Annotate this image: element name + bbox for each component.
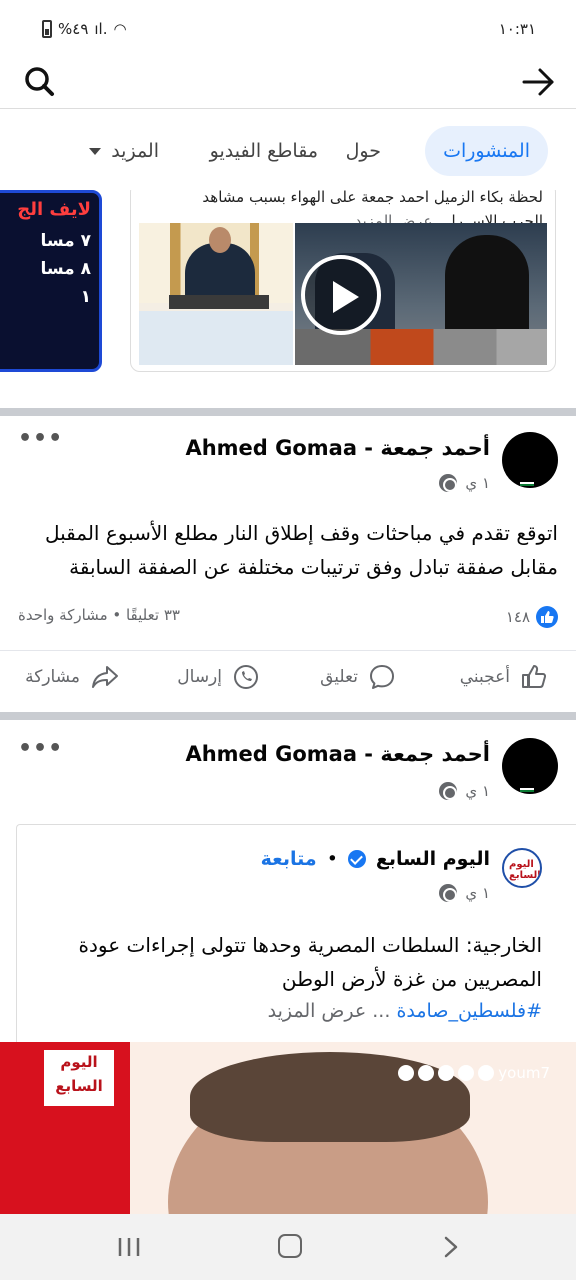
- shared-post-text: الخارجية: السلطات المصرية وحدها تتولى إج…: [78, 933, 542, 991]
- shared-post-time: ١ ي: [465, 884, 490, 902]
- page-avatar-text: اليوم السابع: [509, 859, 541, 881]
- follow-button[interactable]: متابعة: [261, 848, 317, 870]
- live-card-line: ٧ مسا: [40, 231, 91, 251]
- top-divider: [0, 108, 576, 109]
- youm7-logo: اليوم السابع: [44, 1050, 114, 1106]
- tab-about[interactable]: حول: [346, 126, 381, 176]
- whatsapp-send-icon: [234, 665, 258, 689]
- social-handles: youm7: [398, 1064, 550, 1082]
- status-icons: %٤٩ ıl. ◠: [42, 20, 127, 38]
- video-caption-line: لحظة بكاء الزميل أحمد جمعة على الهواء بس…: [202, 190, 543, 206]
- send-label: إرسال: [177, 667, 222, 687]
- reactions-summary[interactable]: ١٤٨: [506, 606, 558, 628]
- status-bar: %٤٩ ıl. ◠ ١٠:٣١: [0, 0, 576, 56]
- news-strip: [295, 329, 547, 365]
- like-icon: [522, 665, 547, 688]
- post-author[interactable]: أحمد جمعة - Ahmed Gomaa: [185, 436, 490, 460]
- handle-text: youm7: [498, 1064, 550, 1082]
- facebook-icon: [398, 1065, 415, 1081]
- like-reaction-icon: [536, 606, 558, 628]
- avatar[interactable]: [502, 432, 558, 488]
- wifi-icon: ◠: [113, 20, 127, 38]
- share-button[interactable]: مشاركة: [25, 663, 120, 691]
- back-arrow-icon[interactable]: [518, 62, 558, 102]
- see-more-link[interactable]: ... عرض المزيد: [268, 1000, 391, 1022]
- tab-more[interactable]: المزيد: [89, 126, 159, 176]
- status-time: ١٠:٣١: [498, 20, 536, 38]
- like-label: أعجبني: [459, 667, 510, 687]
- tab-videos[interactable]: مقاطع الفيديو: [210, 126, 318, 176]
- separator-dot: •: [326, 848, 338, 870]
- featured-cards: لايف الج ٧ مسا ٨ مسا ١ لحظة بكاء الزميل …: [0, 190, 576, 378]
- post-time: ١ ي: [465, 782, 490, 800]
- live-card-line: ١: [80, 287, 91, 307]
- caret-down-icon: [89, 147, 102, 155]
- nav-back-icon[interactable]: [440, 1236, 462, 1258]
- globe-icon: [439, 782, 458, 800]
- post: أحمد جمعة - Ahmed Gomaa ١ ي ••• اتوقع تق…: [0, 416, 576, 712]
- shared-post-tags: #فلسطين_صامدة ... عرض المزيد: [32, 1000, 542, 1022]
- search-icon[interactable]: [20, 62, 60, 102]
- battery-percent: %٤٩: [58, 20, 89, 38]
- flag-icon: [520, 786, 534, 792]
- post-text: اتوقع تقدم في مباحثات وقف إطلاق النار مط…: [44, 521, 558, 579]
- thumbnail-bottom: [139, 311, 293, 365]
- video-thumbnail-left: [139, 223, 293, 365]
- profile-tabs: المنشورات حول مقاطع الفيديو المزيد: [0, 122, 576, 180]
- share-icon: [92, 666, 118, 688]
- live-card-line: ٨ مسا: [40, 259, 91, 279]
- post: أحمد جمعة - Ahmed Gomaa ١ ي ••• اليوم ال…: [0, 720, 576, 1050]
- shared-post[interactable]: اليوم السابع اليوم السابع • متابعة ١ ي ا…: [0, 824, 576, 1050]
- play-icon[interactable]: [301, 255, 381, 335]
- globe-icon: [439, 884, 458, 902]
- podium: [169, 295, 269, 309]
- comment-label: تعليق: [320, 667, 358, 687]
- comments-shares-count[interactable]: ٣٣ تعليقًا • مشاركة واحدة: [18, 606, 180, 624]
- shared-post-meta: ١ ي: [439, 884, 490, 902]
- like-button[interactable]: أعجبني: [460, 663, 548, 691]
- video-card[interactable]: لحظة بكاء الزميل أحمد جمعة على الهواء بس…: [130, 190, 556, 372]
- reactions-count: ١٤٨: [505, 608, 530, 626]
- section-separator: [0, 408, 576, 416]
- signal-icon: ıl.: [94, 20, 108, 38]
- section-separator: [0, 712, 576, 720]
- speaker-head: [209, 227, 231, 253]
- post-counts: ١٤٨ ٣٣ تعليقًا • مشاركة واحدة: [18, 606, 558, 632]
- comment-button[interactable]: تعليق: [320, 663, 396, 691]
- send-button[interactable]: إرسال: [177, 663, 260, 691]
- live-card[interactable]: لايف الج ٧ مسا ٨ مسا ١: [0, 190, 102, 372]
- more-options-icon[interactable]: •••: [18, 426, 63, 451]
- avatar[interactable]: [502, 738, 558, 794]
- live-card-title: لايف الج: [17, 199, 91, 220]
- more-options-icon[interactable]: •••: [18, 736, 63, 761]
- comment-icon: [370, 665, 394, 689]
- page-avatar[interactable]: اليوم السابع: [502, 848, 542, 888]
- twitter-icon: [418, 1065, 435, 1081]
- youtube-icon: [458, 1065, 475, 1081]
- tab-more-label: المزيد: [111, 140, 159, 162]
- flag-icon: [520, 480, 534, 486]
- system-nav-bar: [0, 1214, 576, 1280]
- home-icon[interactable]: [278, 1234, 302, 1258]
- battery-icon: [42, 20, 52, 38]
- shared-page-header: اليوم السابع • متابعة: [261, 848, 490, 870]
- verified-icon: [347, 850, 366, 868]
- page-name[interactable]: اليوم السابع: [376, 848, 490, 870]
- post-actions: أعجبني تعليق إرسال مشاركة: [0, 650, 576, 706]
- post-author[interactable]: أحمد جمعة - Ahmed Gomaa: [185, 742, 490, 766]
- post-time: ١ ي: [465, 474, 490, 492]
- tiktok-icon: [478, 1065, 495, 1081]
- tab-posts[interactable]: المنشورات: [425, 126, 548, 176]
- recents-icon[interactable]: [116, 1236, 142, 1258]
- globe-icon: [439, 474, 458, 492]
- hashtag-link[interactable]: #فلسطين_صامدة: [396, 1000, 542, 1022]
- post-meta: ١ ي: [439, 474, 490, 492]
- share-label: مشاركة: [25, 667, 80, 687]
- top-nav: [0, 56, 576, 108]
- post-meta: ١ ي: [439, 782, 490, 800]
- shared-post-image[interactable]: اليوم السابع youm7: [0, 1042, 576, 1214]
- instagram-icon: [438, 1065, 455, 1081]
